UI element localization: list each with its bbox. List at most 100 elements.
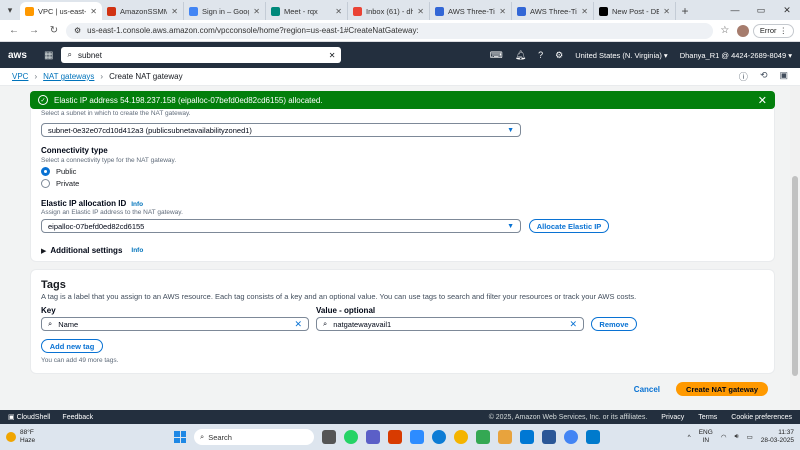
tray-chevron-icon[interactable]: ^ [688,434,691,441]
site-info-icon[interactable]: ⚙ [74,26,81,35]
copyright-text: © 2025, Amazon Web Services, Inc. or its… [488,413,648,421]
store-icon[interactable] [520,430,534,444]
remove-tag-button[interactable]: Remove [591,317,637,331]
vscode-icon[interactable] [586,430,600,444]
connectivity-hint: Select a connectivity type for the NAT g… [41,157,177,164]
weather-widget[interactable]: 88°F Haze [6,429,126,445]
clear-value-icon[interactable]: ✕ [569,319,577,330]
cookie-preferences-link[interactable]: Cookie preferences [731,414,792,421]
history-icon[interactable]: ⟲ [760,70,768,83]
breadcrumb-vpc[interactable]: VPC [12,72,28,81]
teams-icon[interactable] [366,430,380,444]
tab-close-icon[interactable]: ✕ [335,7,342,16]
create-nat-gateway-button[interactable]: Create NAT gateway [676,382,768,396]
eip-hint: Assign an Elastic IP address to the NAT … [41,209,183,216]
tab-close-icon[interactable]: ✕ [171,7,178,16]
maximize-button[interactable]: ▭ [748,0,774,20]
cloudshell-link[interactable]: ▣ CloudShell [8,413,50,421]
tag-key-input[interactable]: ⌕ Name ✕ [41,317,309,331]
success-flash: ✓ Elastic IP address 54.198.237.158 (eip… [30,91,775,109]
tab-search-icon[interactable]: ▾ [0,0,20,20]
whatsapp-icon[interactable] [344,430,358,444]
aws-search-input[interactable]: ⌕ subnet ✕ [61,47,342,63]
additional-settings-info-link[interactable]: Info [131,247,143,254]
new-tab-button[interactable]: + [676,2,694,20]
chrome-icon[interactable] [454,430,468,444]
allocate-eip-button[interactable]: Allocate Elastic IP [529,219,609,233]
tab-close-icon[interactable]: ✕ [663,7,670,16]
scrollbar-thumb[interactable] [792,176,798,376]
radio-private[interactable]: Private [41,179,79,188]
page-scrollbar[interactable] [790,86,800,410]
file-explorer-icon[interactable] [498,430,512,444]
settings-gear-icon[interactable]: ⚙ [555,50,563,61]
privacy-link[interactable]: Privacy [661,414,684,421]
cloudshell-icon[interactable]: ⌨ [490,50,503,61]
eip-info-link[interactable]: Info [131,201,143,208]
add-new-tag-button[interactable]: Add new tag [41,339,103,353]
help-icon[interactable]: ? [538,50,543,60]
minimize-button[interactable]: — [722,0,748,20]
chrome-profile-icon[interactable] [476,430,490,444]
tab-close-icon[interactable]: ✕ [499,7,506,16]
browser-error-button[interactable]: Error ⋮ [752,23,794,38]
chrome-second-icon[interactable] [564,430,578,444]
additional-settings-toggle[interactable]: ▶ Additional settings Info [41,246,143,255]
browser-tab[interactable]: New Post - DEV✕ [594,2,676,20]
feedback-link[interactable]: Feedback [62,414,93,421]
close-window-button[interactable]: ✕ [774,0,800,20]
form-actions: Cancel Create NAT gateway [634,382,768,396]
tab-close-icon[interactable]: ✕ [253,7,260,16]
terms-link[interactable]: Terms [698,414,717,421]
close-icon[interactable]: ✕ [758,94,767,107]
chevron-right-icon: › [100,72,104,81]
tag-value-input[interactable]: ⌕ natgatewayavail1 ✕ [316,317,584,331]
task-view-icon[interactable] [322,430,336,444]
notifications-bell-icon[interactable]: 🔔︎ [515,50,526,61]
browser-tab[interactable]: AmazonSSMMa✕ [102,2,184,20]
tab-close-icon[interactable]: ✕ [581,7,588,16]
eip-select[interactable]: eipalloc-07befd0ed82cd6155 ▼ [41,219,521,233]
layout-icon[interactable]: ▣ [779,70,788,83]
windows-start-icon[interactable] [174,431,186,443]
tab-favicon-icon [435,6,444,16]
bookmark-star-icon[interactable]: ☆ [717,23,733,39]
tab-close-icon[interactable]: ✕ [90,7,97,16]
clear-search-icon[interactable]: ✕ [329,51,336,60]
subnet-select[interactable]: subnet-0e32e07cd10d412a3 (publicsubnetav… [41,123,521,137]
app-icon[interactable] [542,430,556,444]
clock[interactable]: 11:37 28-03-2025 [761,429,794,445]
tab-close-icon[interactable]: ✕ [417,7,424,16]
back-icon[interactable]: ← [6,23,22,39]
services-grid-icon[interactable]: ▦ [44,50,53,61]
browser-tab[interactable]: VPC | us-east-1 ✕ [20,2,102,20]
url-input[interactable]: ⚙ us-east-1.console.aws.amazon.com/vpcco… [66,22,713,39]
office-icon[interactable] [388,430,402,444]
info-panel-icon[interactable]: ⓘ [739,70,748,83]
cancel-button[interactable]: Cancel [634,385,660,394]
browser-tab[interactable]: AWS Three-Tier ✕ [430,2,512,20]
volume-icon[interactable]: 🔊︎ [734,433,738,441]
language-indicator[interactable]: ENG IN [699,429,713,445]
browser-tab[interactable]: Sign in – Google ✕ [184,2,266,20]
browser-tab[interactable]: AWS Three-Tier ✕ [512,2,594,20]
browser-tab[interactable]: Inbox (61) - dha✕ [348,2,430,20]
account-menu[interactable]: Dhanya_R1 @ 4424-2689-8049 ▾ [680,51,792,60]
browser-tab-strip: ▾ VPC | us-east-1✕AmazonSSMMa✕Sign in – … [0,0,800,20]
wifi-icon[interactable]: ◠ [721,433,727,441]
battery-icon[interactable]: ▭ [747,433,753,441]
address-bar: ← → ↻ ⚙ us-east-1.console.aws.amazon.com… [0,20,800,42]
subnet-hint: Select a subnet in which to create the N… [41,110,191,117]
profile-avatar[interactable] [736,24,749,37]
aws-logo[interactable]: aws [8,50,36,61]
region-selector[interactable]: United States (N. Virginia) ▾ [575,51,667,60]
radio-public[interactable]: Public [41,167,76,176]
zoom-icon[interactable] [410,430,424,444]
browser-tab[interactable]: Meet - rqx ✕ [266,2,348,20]
breadcrumb-nat-gateways[interactable]: NAT gateways [43,72,94,81]
clear-key-icon[interactable]: ✕ [294,319,302,330]
reload-icon[interactable]: ↻ [46,23,62,39]
forward-icon[interactable]: → [26,23,42,39]
edge-icon[interactable] [432,430,446,444]
taskbar-search[interactable]: ⌕ Search [194,429,314,445]
